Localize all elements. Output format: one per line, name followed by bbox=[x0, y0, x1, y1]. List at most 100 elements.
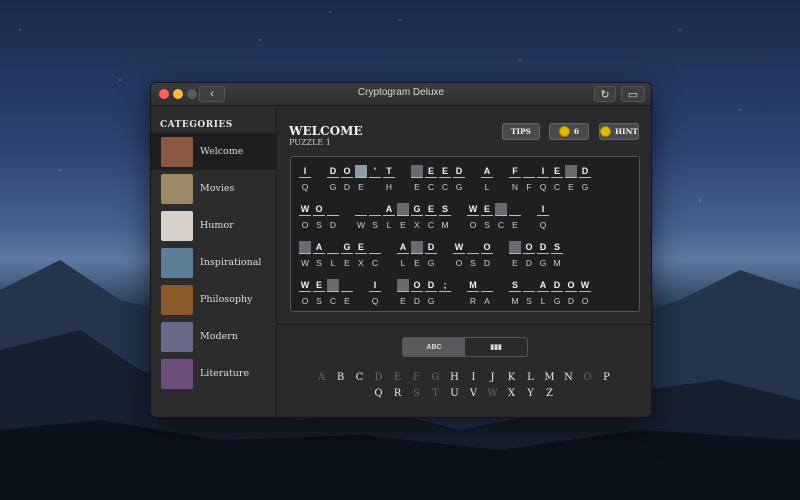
alphabet-letter[interactable]: U bbox=[445, 388, 464, 399]
puzzle-board[interactable]: I Q D G O D E ' T H E E C E C D G A L F N F I Q E C E D G W O O S D W S A L E G… bbox=[290, 156, 640, 312]
letter-cell[interactable]: DG bbox=[579, 165, 591, 192]
alphabet-letter[interactable]: H bbox=[445, 372, 464, 383]
sidebar-item-modern[interactable]: Modern bbox=[151, 318, 276, 355]
letter-cell[interactable]: AL bbox=[383, 203, 395, 230]
alphabet-letter[interactable]: V bbox=[464, 388, 483, 399]
alphabet-letter[interactable]: Y bbox=[521, 388, 540, 399]
letter-cell[interactable]: IQ bbox=[369, 279, 381, 306]
alphabet-letter[interactable]: B bbox=[331, 372, 350, 383]
letter-cell[interactable]: ES bbox=[313, 279, 325, 306]
letter-cell[interactable]: C bbox=[327, 279, 339, 306]
refresh-button[interactable]: ↻ bbox=[594, 86, 616, 102]
letter-cell[interactable]: S bbox=[523, 279, 535, 306]
alphabet-letter[interactable]: J bbox=[483, 372, 502, 383]
letter-cell[interactable]: E bbox=[509, 203, 521, 230]
letter-cell[interactable]: C bbox=[369, 241, 381, 268]
letter-cell[interactable]: AL bbox=[397, 241, 409, 268]
letter-cell[interactable]: DG bbox=[453, 165, 465, 192]
sidebar-toggle-button[interactable]: ▭ bbox=[621, 86, 645, 102]
tips-button[interactable]: TIPS bbox=[502, 123, 540, 140]
letter-cell[interactable]: DG bbox=[551, 279, 563, 306]
alphabet-letter[interactable]: M bbox=[540, 372, 559, 383]
alphabet-letter[interactable]: P bbox=[597, 372, 616, 383]
letter-cell[interactable]: E bbox=[565, 165, 577, 192]
letter-cell[interactable]: ; bbox=[439, 279, 451, 306]
letter-cell[interactable]: AL bbox=[537, 279, 549, 306]
letter-cell[interactable]: E bbox=[411, 165, 423, 192]
letter-cell[interactable]: WO bbox=[453, 241, 465, 268]
letter-cell[interactable]: S bbox=[369, 203, 381, 230]
letter-cell[interactable]: OS bbox=[313, 203, 325, 230]
alphabet-letter[interactable]: Z bbox=[540, 388, 559, 399]
letter-cell[interactable]: EC bbox=[551, 165, 563, 192]
letter-cell[interactable]: GE bbox=[341, 241, 353, 268]
letter-cell[interactable]: E bbox=[411, 241, 423, 268]
alphabet-letter[interactable]: X bbox=[502, 388, 521, 399]
alphabet-letter[interactable]: O bbox=[578, 372, 597, 383]
stats-tab[interactable]: ▮▮▮ bbox=[465, 338, 527, 356]
letter-cell[interactable]: SM bbox=[551, 241, 563, 268]
letter-cell[interactable]: DG bbox=[537, 241, 549, 268]
letter-cell[interactable]: WO bbox=[299, 279, 311, 306]
sidebar-item-inspirational[interactable]: Inspirational bbox=[151, 244, 276, 281]
letter-cell[interactable]: WO bbox=[579, 279, 591, 306]
letter-cell[interactable]: EX bbox=[355, 241, 367, 268]
letter-cell[interactable]: E bbox=[397, 203, 409, 230]
sidebar-item-welcome[interactable]: Welcome bbox=[151, 133, 276, 170]
letter-cell[interactable]: DG bbox=[425, 241, 437, 268]
alphabet-letter[interactable]: N bbox=[559, 372, 578, 383]
letter-cell[interactable]: FN bbox=[509, 165, 521, 192]
letter-cell[interactable]: E bbox=[355, 165, 367, 192]
letter-cell[interactable]: D bbox=[327, 203, 339, 230]
letter-cell[interactable]: OD bbox=[341, 165, 353, 192]
alphabet-letter[interactable]: D bbox=[369, 372, 388, 383]
letter-cell[interactable]: F bbox=[523, 165, 535, 192]
letter-cell[interactable]: SM bbox=[509, 279, 521, 306]
letter-cell[interactable]: OD bbox=[481, 241, 493, 268]
letter-cell[interactable]: ' bbox=[369, 165, 381, 192]
alphabet-letter[interactable]: A bbox=[312, 372, 331, 383]
letter-cell[interactable]: W bbox=[355, 203, 367, 230]
alphabet-letter[interactable]: S bbox=[407, 388, 426, 399]
sidebar-item-movies[interactable]: Movies bbox=[151, 170, 276, 207]
letter-cell[interactable]: C bbox=[495, 203, 507, 230]
alphabet-letter[interactable]: I bbox=[464, 372, 483, 383]
letter-cell[interactable]: A bbox=[481, 279, 493, 306]
alphabet-letter[interactable]: C bbox=[350, 372, 369, 383]
letter-cell[interactable]: IQ bbox=[537, 203, 549, 230]
letter-cell[interactable]: WO bbox=[299, 203, 311, 230]
letter-cell[interactable]: IQ bbox=[537, 165, 549, 192]
alphabet-letter[interactable]: W bbox=[483, 388, 502, 399]
letter-cell[interactable]: WO bbox=[467, 203, 479, 230]
alphabet-letter[interactable]: Q bbox=[369, 388, 388, 399]
coins-badge[interactable]: 6 bbox=[549, 123, 589, 140]
letter-cell[interactable]: TH bbox=[383, 165, 395, 192]
letter-cell[interactable]: E bbox=[397, 279, 409, 306]
letter-cell[interactable]: E bbox=[509, 241, 521, 268]
sidebar-item-philosophy[interactable]: Philosophy bbox=[151, 281, 276, 318]
letter-cell[interactable]: SM bbox=[439, 203, 451, 230]
abc-tab[interactable]: ABC bbox=[403, 338, 465, 356]
sidebar-item-literature[interactable]: Literature bbox=[151, 355, 276, 392]
letter-cell[interactable]: AS bbox=[313, 241, 325, 268]
letter-cell[interactable]: MR bbox=[467, 279, 479, 306]
alphabet-letter[interactable]: R bbox=[388, 388, 407, 399]
letter-cell[interactable]: GX bbox=[411, 203, 423, 230]
letter-cell[interactable]: L bbox=[327, 241, 339, 268]
letter-cell[interactable]: IQ bbox=[299, 165, 311, 192]
letter-cell[interactable]: EC bbox=[425, 165, 437, 192]
alphabet-letter[interactable]: K bbox=[502, 372, 521, 383]
hint-button[interactable]: HINT bbox=[599, 123, 639, 140]
letter-cell[interactable]: OD bbox=[565, 279, 577, 306]
letter-cell[interactable]: W bbox=[299, 241, 311, 268]
letter-cell[interactable]: E bbox=[341, 279, 353, 306]
alphabet-letter[interactable]: F bbox=[407, 372, 426, 383]
alphabet-letter[interactable]: G bbox=[426, 372, 445, 383]
letter-cell[interactable]: EC bbox=[439, 165, 451, 192]
letter-cell[interactable]: EC bbox=[425, 203, 437, 230]
sidebar-item-humor[interactable]: Humor bbox=[151, 207, 276, 244]
letter-cell[interactable]: DG bbox=[327, 165, 339, 192]
alphabet-letter[interactable]: E bbox=[388, 372, 407, 383]
letter-cell[interactable]: S bbox=[467, 241, 479, 268]
letter-cell[interactable]: ES bbox=[481, 203, 493, 230]
